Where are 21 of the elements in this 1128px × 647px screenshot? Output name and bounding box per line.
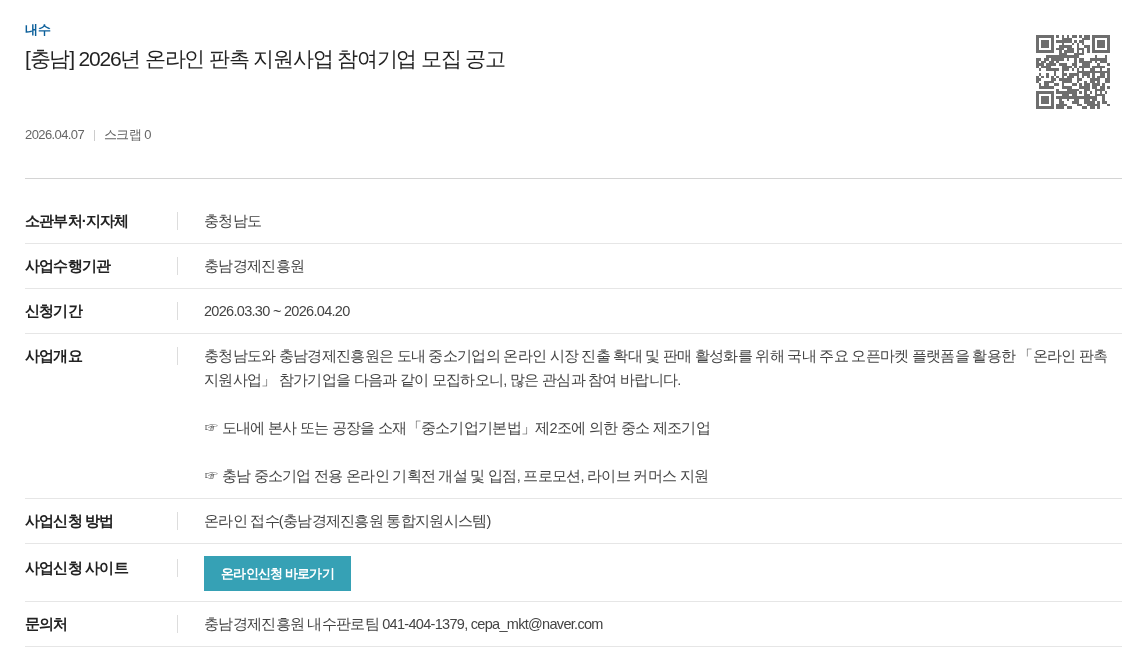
detail-value: 2026.03.30 ~ 2026.04.20: [204, 303, 350, 319]
scrap-count: 스크랩 0: [104, 126, 151, 144]
post-date: 2026.04.07: [25, 126, 85, 144]
detail-label: 사업신청 방법: [25, 511, 115, 531]
detail-label: 소관부처·지자체: [25, 211, 130, 231]
detail-label: 신청기간: [25, 301, 84, 321]
detail-value: 충남경제진흥원: [204, 258, 305, 274]
overview-paragraph: 충청남도와 충남경제진흥원은 도내 중소기업의 온라인 시장 진출 확대 및 판매 활성화를 위해 국내 주요 오픈마켓 플랫폼을 활용한 「온라인 판촉 지원사업」 참가기업을 다음과 같이 모집하오니, 많은 관심과 참여 바랍니다.: [204, 347, 1109, 390]
detail-label: 사업개요: [25, 346, 84, 366]
apply-online-button[interactable]: 온라인신청 바로가기: [204, 556, 351, 591]
detail-label: 사업신청 사이트: [25, 558, 130, 578]
notice-title: [충남] 2026년 온라인 판촉 지원사업 참여기업 모집 공고: [25, 46, 505, 72]
qr-code-icon: [1036, 35, 1110, 109]
detail-value: 충청남도: [204, 213, 262, 229]
detail-value: 충남경제진흥원 내수판로팀 041-404-1379, cepa_mkt@naver.com: [204, 616, 603, 632]
overview-paragraph: ☞ 충남 중소기업 전용 온라인 기획전 개설 및 입점, 프로모션, 라이브 커머스 지원: [204, 467, 710, 486]
category-label: 내수: [25, 21, 52, 39]
overview-paragraph: ☞ 도내에 본사 또는 공장을 소재「중소기업기본법」제2조에 의한 중소 제조기업: [204, 419, 711, 438]
detail-label: 사업수행기관: [25, 256, 112, 276]
detail-label: 문의처: [25, 614, 69, 634]
detail-value: 온라인 접수(충남경제진흥원 통합지원시스템): [204, 513, 491, 529]
